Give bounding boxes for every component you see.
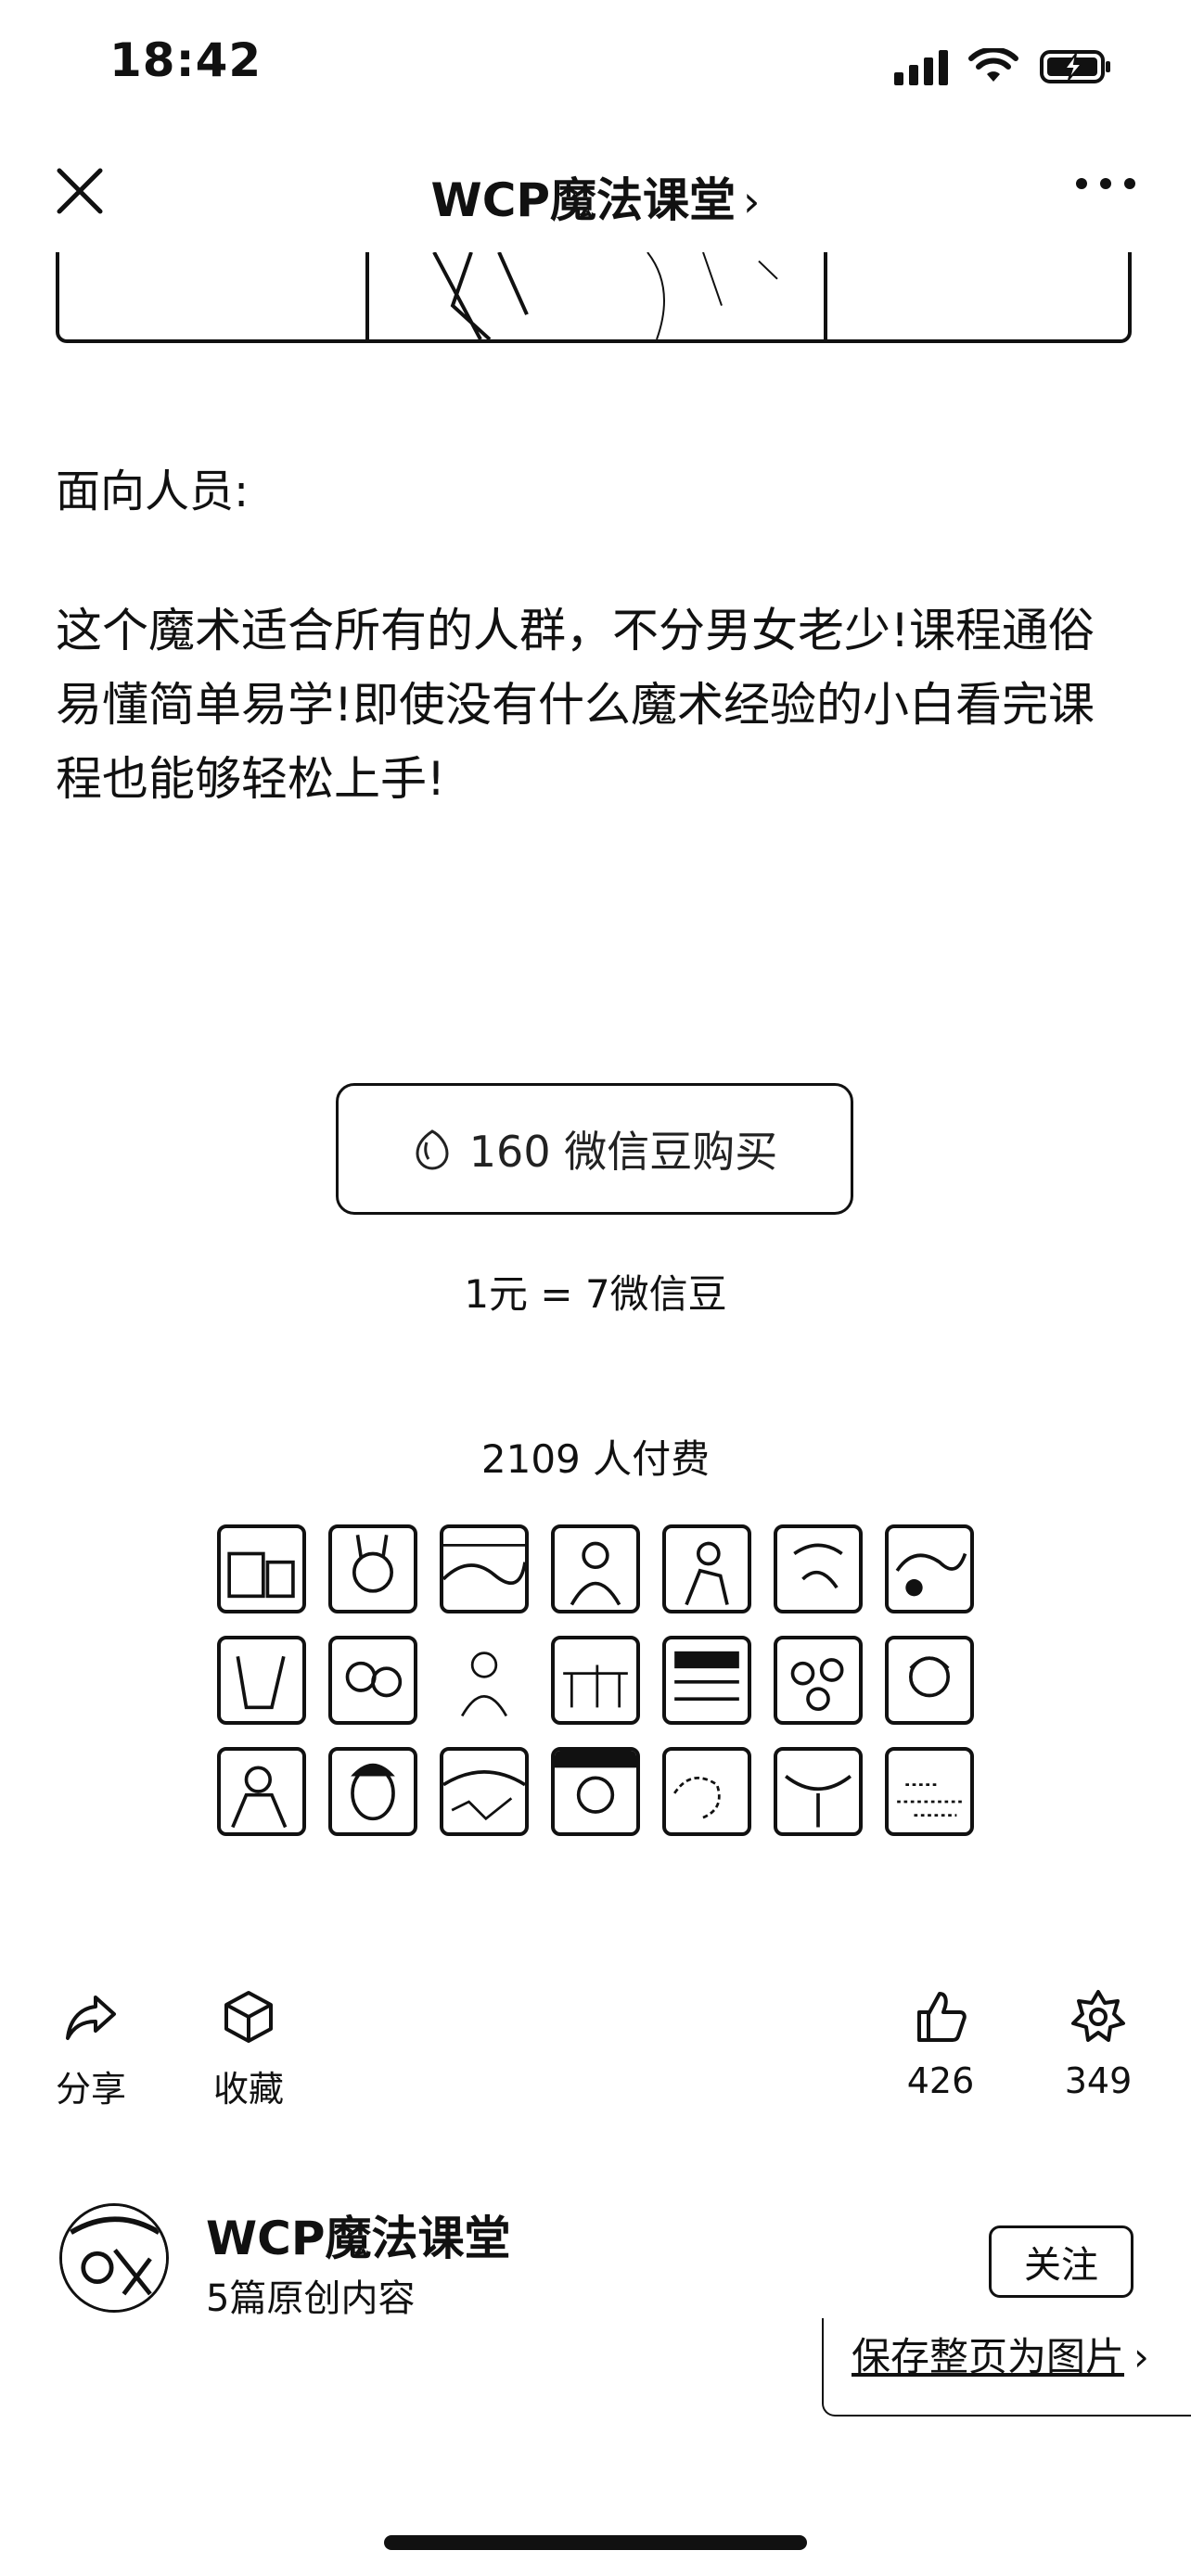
account-name[interactable]: WCP魔法课堂 — [206, 2201, 511, 2268]
payer-avatar — [440, 1524, 529, 1613]
thumbs-up-icon — [917, 1992, 967, 2042]
wow-button[interactable]: 349 — [1043, 1988, 1154, 2101]
share-icon — [66, 1996, 116, 2040]
battery-charging-icon — [1040, 50, 1110, 83]
cube-icon — [224, 1991, 273, 2043]
wow-count: 349 — [1064, 2060, 1133, 2101]
more-options-icon[interactable] — [1076, 178, 1135, 189]
wechat-bean-icon — [416, 1129, 449, 1170]
share-label: 分享 — [55, 2069, 126, 2110]
share-button[interactable]: 分享 — [35, 1988, 147, 2111]
article-image-center-panel — [365, 252, 827, 339]
payer-avatar — [551, 1747, 640, 1836]
original-content-count: 5篇原创内容 — [206, 2277, 416, 2320]
home-indicator[interactable] — [384, 2535, 807, 2550]
account-avatar[interactable] — [59, 2203, 169, 2313]
nav-title: WCP魔法课堂 — [430, 173, 736, 227]
payer-avatar — [885, 1636, 974, 1725]
status-icons — [894, 48, 1113, 85]
payer-avatar-grid — [217, 1524, 976, 1836]
payer-avatar — [217, 1524, 306, 1613]
audience-description: 这个魔术适合所有的人群，不分男女老少!课程通俗易懂简单易学!即使没有什么魔术经验… — [56, 604, 1095, 806]
save-page-label: 保存整页为图片 — [852, 2334, 1125, 2379]
like-button[interactable]: 426 — [885, 1988, 996, 2101]
buy-with-wechat-beans-button[interactable]: 160 微信豆购买 — [336, 1083, 853, 1215]
save-page-as-image-link[interactable]: 保存整页为图片 › — [852, 2326, 1149, 2382]
payer-avatar — [662, 1524, 751, 1613]
payer-avatar — [885, 1524, 974, 1613]
chevron-right-icon: › — [743, 176, 761, 226]
favorite-label: 收藏 — [212, 2069, 284, 2110]
exchange-rate: 1元 = 7微信豆 — [464, 1271, 727, 1317]
payer-avatar — [217, 1636, 306, 1725]
article-image-bottom — [56, 252, 1132, 343]
status-time: 18:42 — [109, 33, 263, 87]
payer-avatar — [662, 1747, 751, 1836]
like-count: 426 — [906, 2060, 975, 2101]
payer-avatar — [774, 1747, 863, 1836]
audience-heading: 面向人员: — [56, 465, 250, 517]
wifi-icon — [968, 48, 1018, 82]
follow-button[interactable]: 关注 — [989, 2225, 1133, 2298]
cellular-signal-icon — [894, 48, 948, 85]
payer-avatar — [774, 1524, 863, 1613]
payer-avatar — [440, 1636, 529, 1725]
payer-avatar — [551, 1636, 640, 1725]
payer-avatar — [885, 1747, 974, 1836]
chevron-right-icon: › — [1133, 2334, 1149, 2379]
payer-avatar — [328, 1636, 417, 1725]
payer-avatar — [328, 1524, 417, 1613]
favorite-button[interactable]: 收藏 — [193, 1988, 304, 2111]
payer-avatar — [774, 1636, 863, 1725]
account-title-link[interactable]: WCP魔法课堂 › — [0, 163, 1191, 230]
payer-avatar — [662, 1636, 751, 1725]
payer-avatar — [551, 1524, 640, 1613]
buy-button-label: 160 微信豆购买 — [468, 1127, 778, 1177]
paid-count: 2109 人付费 — [480, 1436, 711, 1482]
payer-avatar — [440, 1747, 529, 1836]
wow-flower-icon — [1071, 1990, 1125, 2042]
payer-avatar — [328, 1747, 417, 1836]
payer-avatar — [217, 1747, 306, 1836]
